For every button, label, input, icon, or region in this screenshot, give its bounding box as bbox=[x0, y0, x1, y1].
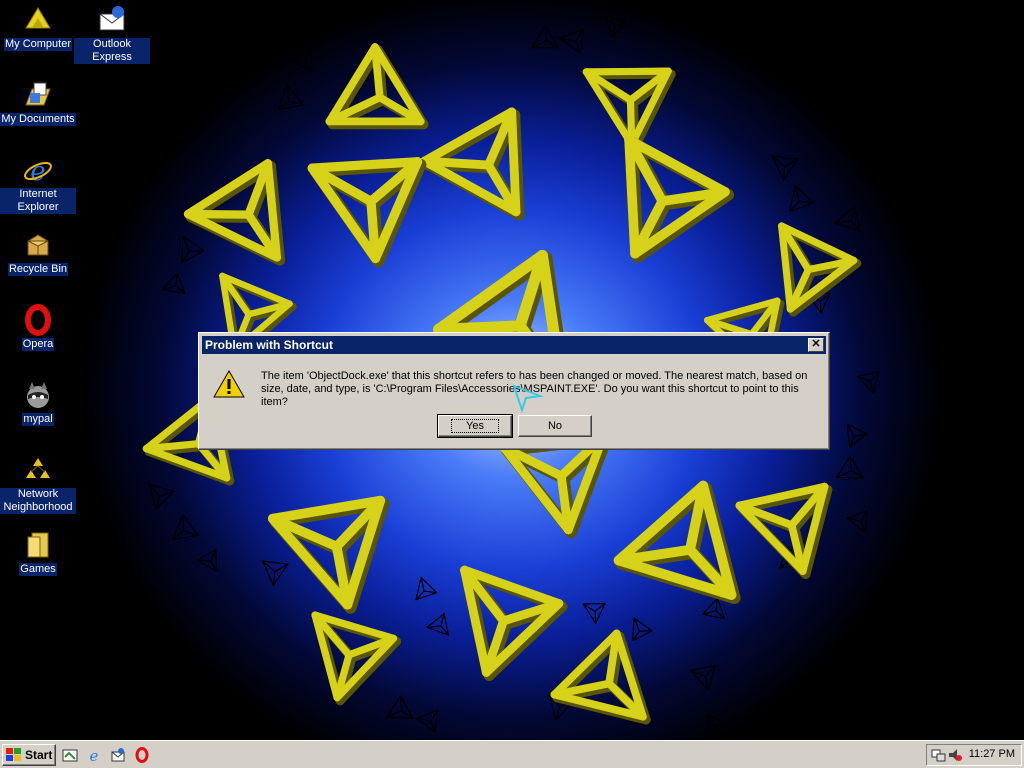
wallpaper-tetrahedron bbox=[416, 710, 439, 733]
tray-network-icon[interactable] bbox=[931, 748, 947, 762]
taskbar: Start e 11:27 PM bbox=[0, 740, 1024, 768]
outlook-express-icon[interactable] bbox=[110, 747, 126, 763]
opera-icon[interactable] bbox=[134, 747, 150, 763]
yes-button[interactable]: Yes bbox=[437, 414, 513, 438]
system-tray: 11:27 PM bbox=[926, 744, 1022, 766]
wallpaper-tetrahedron bbox=[426, 613, 450, 636]
close-icon: ✕ bbox=[811, 338, 821, 350]
mouse-cursor bbox=[512, 384, 544, 414]
desktop-icon-network-neighborhood[interactable]: Network Neighborhood bbox=[0, 454, 76, 514]
desktop-icon-label: mypal bbox=[22, 413, 54, 426]
desktop-icon-mypal[interactable]: mypal bbox=[0, 379, 76, 426]
desktop-icon-label: My Computer bbox=[3, 38, 73, 51]
desktop-icon-label: Opera bbox=[21, 338, 55, 351]
desktop-icon-label: Internet Explorer bbox=[0, 188, 76, 214]
wallpaper-tetrahedron bbox=[771, 155, 799, 181]
desktop-icon-recycle-bin[interactable]: Recycle Bin bbox=[0, 229, 76, 276]
wallpaper-tetrahedron bbox=[267, 495, 386, 610]
wallpaper-tetrahedron bbox=[148, 483, 175, 511]
desktop-icon-outlook-express[interactable]: Outlook Express bbox=[74, 4, 150, 64]
wallpaper-tetrahedron bbox=[846, 423, 868, 448]
wallpaper-tetrahedron bbox=[834, 206, 861, 233]
wallpaper-tetrahedron bbox=[632, 617, 653, 642]
svg-text:e: e bbox=[30, 157, 45, 186]
desktop-icon-internet-explorer[interactable]: e Internet Explorer bbox=[0, 154, 76, 214]
network-icon bbox=[26, 458, 50, 478]
no-button[interactable]: No bbox=[518, 415, 592, 437]
wallpaper-tetrahedron bbox=[415, 576, 438, 601]
folder-icon bbox=[27, 532, 49, 558]
start-label: Start bbox=[25, 748, 53, 762]
desktop-icon-my-documents[interactable]: My Documents bbox=[0, 79, 76, 126]
desktop-icon-my-computer[interactable]: My Computer bbox=[0, 4, 76, 51]
wallpaper-tetrahedron bbox=[172, 514, 199, 541]
no-button-label: No bbox=[547, 420, 563, 432]
wallpaper-tetrahedron bbox=[291, 48, 313, 72]
wallpaper-tetrahedron bbox=[531, 25, 559, 49]
raccoon-icon bbox=[27, 382, 49, 408]
wallpaper-tetrahedron bbox=[196, 548, 218, 572]
wallpaper-tetrahedron bbox=[162, 272, 186, 295]
wallpaper-tetrahedron bbox=[613, 480, 737, 600]
internet-explorer-icon[interactable]: e bbox=[86, 747, 102, 763]
close-button[interactable]: ✕ bbox=[808, 338, 824, 352]
yes-button-label: Yes bbox=[451, 419, 499, 433]
svg-text:e: e bbox=[90, 747, 99, 763]
desktop-icon-games[interactable]: Games bbox=[0, 529, 76, 576]
wallpaper-tetrahedron bbox=[789, 184, 815, 213]
dialog-title: Problem with Shortcut bbox=[205, 338, 334, 352]
wallpaper-tetrahedron bbox=[706, 713, 728, 738]
recycle-bin-icon bbox=[27, 234, 49, 256]
wallpaper-tetrahedron bbox=[385, 695, 414, 719]
desktop-icon-label: Outlook Express bbox=[74, 38, 150, 64]
show-desktop-icon[interactable] bbox=[62, 747, 78, 763]
wallpaper-tetrahedron bbox=[181, 235, 205, 264]
outlook-express-icon bbox=[99, 6, 125, 31]
wallpaper-tetrahedron bbox=[261, 560, 289, 586]
wallpaper-tetrahedron bbox=[277, 84, 304, 111]
warning-icon bbox=[213, 369, 245, 398]
wallpaper-tetrahedron bbox=[835, 455, 864, 479]
folder-documents-icon bbox=[25, 82, 51, 106]
desktop-icon-label: Network Neighborhood bbox=[0, 488, 76, 514]
tray-volume-icon[interactable] bbox=[947, 748, 963, 762]
wallpaper-tetrahedron bbox=[582, 602, 606, 624]
wallpaper-tetrahedron bbox=[846, 509, 868, 533]
wallpaper-tetrahedron bbox=[420, 107, 521, 217]
computer-icon bbox=[25, 7, 51, 29]
desktop-icon-label: Games bbox=[19, 563, 57, 576]
clock[interactable]: 11:27 PM bbox=[969, 748, 1015, 760]
wallpaper-tetrahedron bbox=[559, 28, 585, 55]
internet-explorer-icon: e bbox=[24, 157, 52, 186]
wallpaper-tetrahedron bbox=[604, 15, 628, 39]
wallpaper-tetrahedron bbox=[735, 482, 829, 575]
wallpaper-tetrahedron bbox=[689, 665, 717, 691]
start-button[interactable]: Start bbox=[2, 744, 56, 766]
desktop-icon-opera[interactable]: Opera bbox=[0, 304, 76, 351]
wallpaper-tetrahedron bbox=[183, 159, 282, 262]
dialog-titlebar[interactable]: Problem with Shortcut ✕ bbox=[202, 336, 826, 354]
wallpaper-tetrahedron bbox=[856, 371, 880, 394]
opera-icon bbox=[25, 304, 51, 336]
desktop-icon-label: Recycle Bin bbox=[7, 263, 69, 276]
windows-flag-icon bbox=[6, 748, 21, 761]
desktop-icon-label: My Documents bbox=[0, 113, 76, 126]
